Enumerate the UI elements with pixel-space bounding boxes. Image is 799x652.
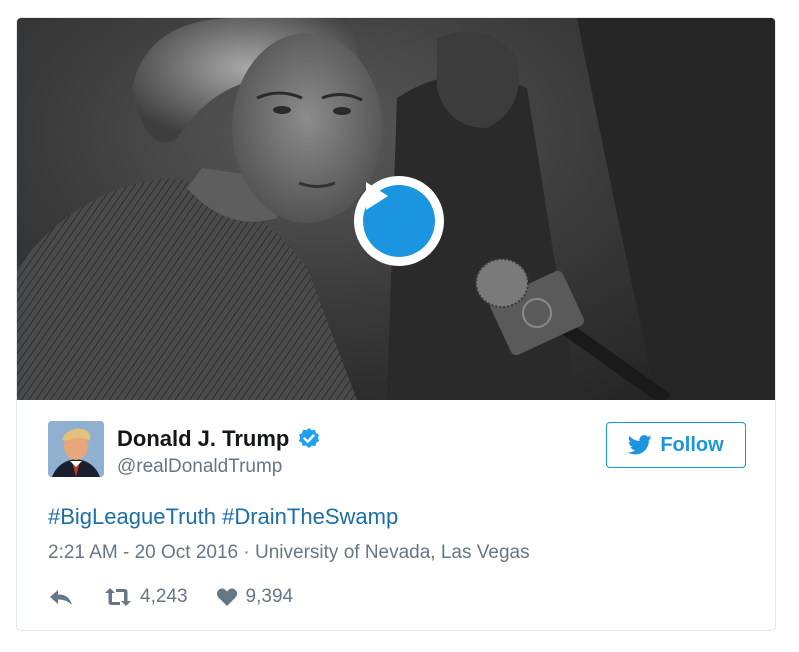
heart-icon [216,588,237,606]
meta-separator: · [243,542,250,563]
reply-icon [50,590,72,605]
tweet-meta: 2:21 AM - 20 Oct 2016 · University of Ne… [48,542,530,564]
retweet-button[interactable]: 4,243 [104,586,188,608]
follow-label: Follow [660,433,724,456]
reply-button[interactable] [48,587,74,607]
twitter-bird-icon [628,435,652,455]
play-button[interactable] [354,176,444,266]
author-name-text: Donald J. Trump [117,426,290,451]
tweet-text: #BigLeagueTruth #DrainTheSwamp [48,504,398,530]
tweet-timestamp[interactable]: 2:21 AM - 20 Oct 2016 [48,542,238,563]
play-icon [363,182,435,257]
retweet-icon [105,588,131,606]
tweet-card: Donald J. Trump @realDonaldTrump Follow … [16,17,776,631]
hashtag-link[interactable]: #BigLeagueTruth [48,504,216,529]
follow-button[interactable]: Follow [606,422,746,468]
tweet-actions: 4,243 9,394 [48,584,293,610]
like-button[interactable]: 9,394 [216,586,294,608]
tweet-location[interactable]: University of Nevada, Las Vegas [255,542,530,563]
author-name[interactable]: Donald J. Trump [117,426,321,452]
verified-badge-icon [299,428,320,448]
hashtag-link[interactable]: #DrainTheSwamp [222,504,398,529]
author-handle[interactable]: @realDonaldTrump [117,456,282,478]
retweet-count: 4,243 [140,586,188,607]
video-thumbnail[interactable] [17,18,775,400]
avatar[interactable] [48,421,104,477]
like-count: 9,394 [245,586,294,607]
